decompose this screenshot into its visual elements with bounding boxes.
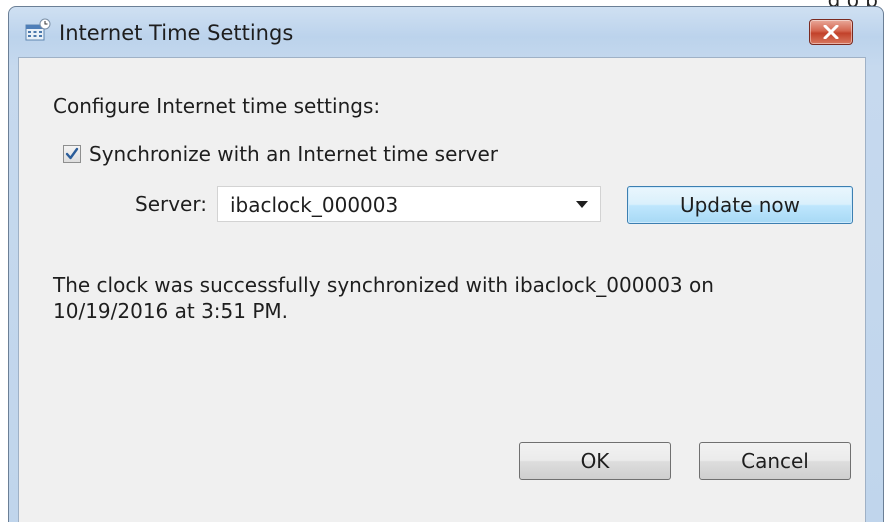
checkmark-icon bbox=[65, 147, 79, 160]
server-value: ibaclock_000003 bbox=[230, 193, 399, 217]
update-now-button[interactable]: Update now bbox=[627, 186, 853, 224]
server-dropdown[interactable]: ibaclock_000003 bbox=[217, 186, 601, 222]
dialog-title: Internet Time Settings bbox=[59, 21, 294, 45]
dialog-content: Configure Internet time settings: Synchr… bbox=[18, 57, 866, 522]
clock-calendar-icon bbox=[25, 18, 51, 42]
internet-time-settings-dialog: Internet Time Settings Configure Interne… bbox=[8, 6, 884, 522]
cancel-button[interactable]: Cancel bbox=[699, 442, 851, 480]
server-label: Server: bbox=[135, 192, 207, 216]
sync-checkbox-label[interactable]: Synchronize with an Internet time server bbox=[89, 142, 498, 166]
ok-button[interactable]: OK bbox=[519, 442, 671, 480]
chevron-down-icon bbox=[576, 201, 588, 208]
title-bar[interactable]: Internet Time Settings bbox=[9, 7, 883, 45]
sync-checkbox[interactable] bbox=[63, 145, 81, 163]
close-icon bbox=[823, 25, 839, 39]
status-text-line1: The clock was successfully synchronized … bbox=[53, 273, 714, 297]
status-text-line2: 10/19/2016 at 3:51 PM. bbox=[53, 299, 289, 323]
close-button[interactable] bbox=[809, 19, 853, 45]
configure-heading: Configure Internet time settings: bbox=[53, 94, 381, 118]
screen: g o p Internet Time Settings bbox=[0, 0, 886, 522]
